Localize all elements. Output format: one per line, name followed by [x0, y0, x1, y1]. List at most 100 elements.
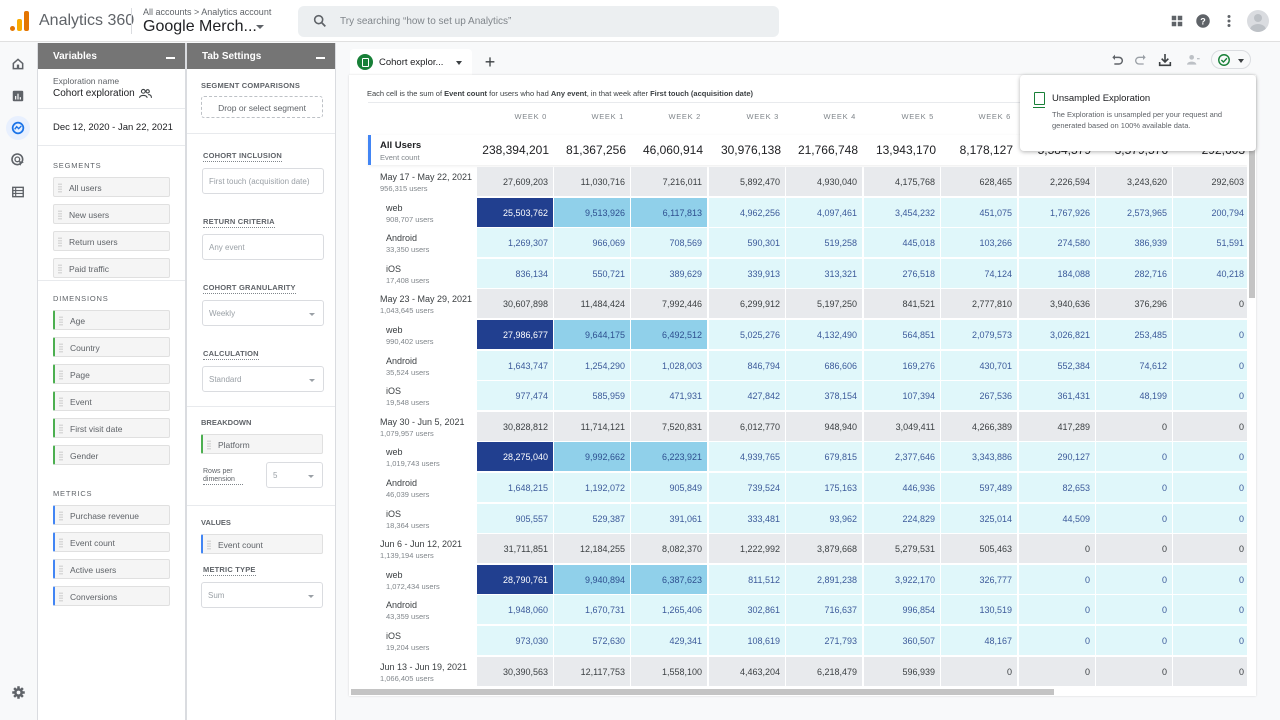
table-cell[interactable]: 175,163	[786, 473, 862, 502]
table-cell[interactable]: 30,607,898	[477, 289, 553, 319]
table-cell[interactable]: 0	[1173, 411, 1247, 441]
table-cell[interactable]: 93,962	[786, 503, 862, 533]
table-cell[interactable]: 11,714,121	[554, 411, 630, 441]
table-cell[interactable]: 552,384	[1019, 350, 1095, 380]
table-cell[interactable]: 4,266,389	[941, 411, 1017, 441]
table-cell[interactable]: 2,079,573	[941, 320, 1017, 349]
table-cell[interactable]: 5,197,250	[786, 289, 862, 319]
table-cell[interactable]: 430,701	[941, 350, 1017, 380]
table-cell[interactable]: 550,721	[554, 258, 630, 288]
table-cell[interactable]: 1,192,072	[554, 473, 630, 502]
table-cell[interactable]: 977,474	[477, 381, 553, 411]
table-cell[interactable]: 74,124	[941, 258, 1017, 288]
undo-icon[interactable]	[1109, 52, 1125, 68]
table-cell[interactable]: 708,569	[631, 228, 707, 258]
table-cell[interactable]: 973,030	[477, 626, 553, 655]
chevron-down-icon[interactable]	[256, 25, 264, 29]
table-cell[interactable]: 0	[1173, 473, 1247, 502]
table-cell[interactable]: 333,481	[709, 503, 785, 533]
metric-chip[interactable]: Purchase revenue	[53, 505, 170, 525]
table-cell[interactable]: 0	[1173, 595, 1247, 625]
nav-home[interactable]	[6, 52, 30, 76]
table-cell[interactable]: 0	[1173, 350, 1247, 380]
table-cell[interactable]: 1,948,060	[477, 595, 553, 625]
drag-handle-icon[interactable]	[59, 511, 63, 521]
table-cell[interactable]: 9,992,662	[554, 442, 630, 472]
table-cell[interactable]: 27,609,203	[477, 167, 553, 196]
table-cell[interactable]: 4,175,768	[864, 167, 940, 196]
table-cell[interactable]: 253,485	[1096, 320, 1172, 349]
table-cell[interactable]: 966,069	[554, 228, 630, 258]
table-cell[interactable]: 271,793	[786, 626, 862, 655]
table-cell[interactable]: 48,167	[941, 626, 1017, 655]
table-cell[interactable]: 716,637	[786, 595, 862, 625]
table-cell[interactable]: 1,648,215	[477, 473, 553, 502]
table-cell[interactable]: 389,629	[631, 258, 707, 288]
table-cell[interactable]: 0	[1173, 381, 1247, 411]
table-cell[interactable]: 184,088	[1019, 258, 1095, 288]
dimension-chip[interactable]: Country	[53, 337, 170, 357]
horizontal-scrollbar[interactable]	[351, 689, 1054, 695]
table-cell[interactable]: 30,390,563	[477, 656, 553, 686]
drag-handle-icon[interactable]	[59, 565, 63, 575]
drag-handle-icon[interactable]	[59, 370, 63, 380]
table-cell[interactable]: 0	[1096, 626, 1172, 655]
segment-chip[interactable]: New users	[53, 204, 170, 224]
table-cell[interactable]: 0	[1096, 595, 1172, 625]
table-cell[interactable]: 505,463	[941, 534, 1017, 564]
table-cell[interactable]: 996,854	[864, 595, 940, 625]
table-cell[interactable]: 4,132,490	[786, 320, 862, 349]
drag-handle-icon[interactable]	[59, 343, 63, 353]
nav-reports[interactable]	[6, 84, 30, 108]
more-vert-icon[interactable]	[1220, 12, 1238, 30]
table-cell[interactable]: 427,842	[709, 381, 785, 411]
table-cell[interactable]: 27,986,677	[477, 320, 553, 349]
nav-advertising[interactable]	[6, 148, 30, 172]
table-cell[interactable]: 590,301	[709, 228, 785, 258]
table-cell[interactable]: 31,711,851	[477, 534, 553, 564]
table-cell[interactable]: 12,117,753	[554, 656, 630, 686]
analytics-logo[interactable]	[10, 11, 32, 31]
table-cell[interactable]: 4,930,040	[786, 167, 862, 196]
table-cell[interactable]: 0	[1019, 626, 1095, 655]
table-cell[interactable]: 7,216,011	[631, 167, 707, 196]
table-cell[interactable]: 0	[1096, 534, 1172, 564]
table-cell[interactable]: 376,296	[1096, 289, 1172, 319]
metric-chip[interactable]: Event count	[53, 532, 170, 552]
table-cell[interactable]: 339,913	[709, 258, 785, 288]
table-cell[interactable]: 4,097,461	[786, 197, 862, 227]
table-cell[interactable]: 48,199	[1096, 381, 1172, 411]
table-cell[interactable]: 0	[1096, 442, 1172, 472]
table-cell[interactable]: 429,341	[631, 626, 707, 655]
table-cell[interactable]: 948,940	[786, 411, 862, 441]
table-cell[interactable]: 326,777	[941, 564, 1017, 594]
breadcrumb[interactable]: All accounts > Analytics account	[143, 7, 271, 17]
segment-drop-zone[interactable]: Drop or select segment	[201, 96, 323, 118]
drag-handle-icon[interactable]	[207, 540, 211, 550]
dimension-chip[interactable]: Age	[53, 310, 170, 330]
table-cell[interactable]: 519,258	[786, 228, 862, 258]
table-cell[interactable]: 1,670,731	[554, 595, 630, 625]
drag-handle-icon[interactable]	[59, 451, 63, 461]
drag-handle-icon[interactable]	[59, 424, 63, 434]
table-cell[interactable]: 313,321	[786, 258, 862, 288]
table-cell[interactable]: 6,387,623	[631, 564, 707, 594]
table-cell[interactable]: 0	[1173, 503, 1247, 533]
table-cell[interactable]: 2,777,810	[941, 289, 1017, 319]
metric-type-select[interactable]: Sum	[201, 582, 323, 608]
table-cell[interactable]: 3,454,232	[864, 197, 940, 227]
table-cell[interactable]: 585,959	[554, 381, 630, 411]
table-cell[interactable]: 103,266	[941, 228, 1017, 258]
table-cell[interactable]: 1,222,992	[709, 534, 785, 564]
table-cell[interactable]: 2,377,646	[864, 442, 940, 472]
table-cell[interactable]: 290,127	[1019, 442, 1095, 472]
table-cell[interactable]: 0	[1173, 320, 1247, 349]
return-criteria-field[interactable]: Any event	[202, 234, 324, 260]
table-cell[interactable]: 0	[1096, 411, 1172, 441]
calculation-select[interactable]: Standard	[202, 366, 324, 392]
segment-chip[interactable]: All users	[53, 177, 170, 197]
table-cell[interactable]: 628,465	[941, 167, 1017, 196]
table-cell[interactable]: 3,879,668	[786, 534, 862, 564]
table-cell[interactable]: 360,507	[864, 626, 940, 655]
drag-handle-icon[interactable]	[58, 264, 62, 274]
